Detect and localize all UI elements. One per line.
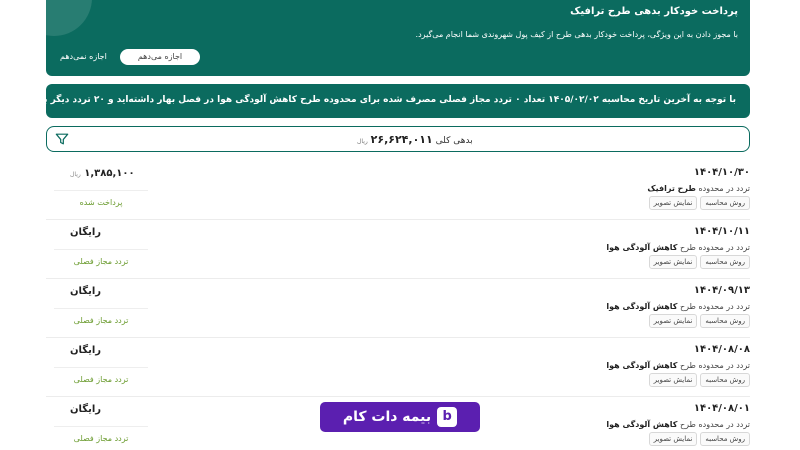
seasonal-notice: با توجه به آخرین تاریخ محاسبه ۱۴۰۵/۰۲/۰۲… [0,84,750,118]
record-actions: روش محاسبه نمایش تصویر [648,255,750,269]
record-date: ۱۴۰۴/۰۸/۰۸ [693,344,750,355]
calculation-method-button[interactable]: روش محاسبه [700,432,750,446]
record-status: تردد مجاز فصلی [73,257,129,266]
total-debt-box: بدهی کلی ۲۶,۶۲۴,۰۱۱ ریال [46,126,750,152]
logo-icon: b [437,407,458,427]
calculation-method-button[interactable]: روش محاسبه [700,373,750,387]
record-amount-value: رایگان [70,227,102,238]
record-subtitle-prefix: تردد در محدوده طرح [679,302,750,311]
record-status: تردد مجاز فصلی [73,375,129,384]
record-subtitle: تردد در محدوده طرح کاهش آلودگی هوا [606,361,750,370]
calculation-method-button[interactable]: روش محاسبه [700,196,750,210]
record-row: ۱۴۰۴/۱۰/۳۰ تردد در محدوده طرح ترافیک روش م… [46,162,750,220]
record-row: ۱۴۰۴/۰۹/۱۳ تردد در محدوده طرح کاهش آلودگی… [46,280,750,338]
record-amount-value: رایگان [70,404,102,415]
total-debt-unit: ریال [357,138,368,145]
record-amount-unit: ریال [70,171,81,178]
record-amount: رایگان [70,345,101,356]
record-amount: رایگان [70,286,101,297]
record-subtitle: تردد در محدوده طرح ترافیک [647,184,750,193]
record-status: تردد مجاز فصلی [73,434,129,443]
calculation-method-button[interactable]: روش محاسبه [700,314,750,328]
decorative-circle [46,0,92,36]
deny-button[interactable]: اجازه نمی‌دهم [60,49,107,65]
record-subtitle: تردد در محدوده طرح کاهش آلودگی هوا [606,420,750,429]
record-payment: رایگان تردد مجاز فصلی [46,398,156,450]
record-payment: ۱,۳۸۵,۱۰۰ ریال پرداخت شده [46,162,156,220]
total-debt-amount: ۲۶,۶۲۴,۰۱۱ [370,133,433,146]
show-image-button[interactable]: نمایش تصویر [648,432,698,446]
autopay-card: پرداخت خودکار بدهی طرح ترافیک با مجوز دا… [46,0,750,76]
calculation-method-button[interactable]: روش محاسبه [700,255,750,269]
autopay-title: پرداخت خودکار بدهی طرح ترافیک [570,6,738,17]
record-plan-name: طرح ترافیک [647,184,696,193]
record-row: ۱۴۰۴/۰۸/۰۸ تردد در محدوده طرح کاهش آلودگی… [46,339,750,397]
record-plan-name: کاهش آلودگی هوا [606,302,678,311]
record-date: ۱۴۰۴/۰۹/۱۳ [693,285,750,296]
total-debt-label: بدهی کلی [435,136,473,146]
record-amount-value: رایگان [70,345,102,356]
record-subtitle-prefix: تردد در محدوده طرح [679,420,750,429]
record-payment: رایگان تردد مجاز فصلی [46,280,156,338]
record-amount: ۱,۳۸۵,۱۰۰ ریال [70,168,135,179]
record-amount-value: ۱,۳۸۵,۱۰۰ [84,168,135,179]
record-plan-name: کاهش آلودگی هوا [606,361,678,370]
show-image-button[interactable]: نمایش تصویر [648,373,698,387]
allow-button[interactable]: اجازه می‌دهم [120,49,200,65]
record-actions: روش محاسبه نمایش تصویر [648,373,750,387]
autopay-description: با مجوز دادن به این ویژگی، پرداخت خودکار… [415,30,738,39]
record-amount-value: رایگان [70,286,102,297]
filter-icon[interactable] [55,132,69,146]
record-amount: رایگان [70,404,101,415]
watermark-text: بیمه دات کام [342,409,432,425]
record-plan-name: کاهش آلودگی هوا [606,420,678,429]
record-status: تردد مجاز فصلی [73,316,129,325]
show-image-button[interactable]: نمایش تصویر [648,255,698,269]
record-date: ۱۴۰۴/۰۸/۰۱ [693,403,750,414]
record-subtitle-prefix: تردد در محدوده طرح [679,243,750,252]
record-date: ۱۴۰۴/۱۰/۳۰ [693,167,750,178]
record-row: ۱۴۰۴/۱۰/۱۱ تردد در محدوده طرح کاهش آلودگی… [46,221,750,279]
record-subtitle: تردد در محدوده طرح کاهش آلودگی هوا [606,243,750,252]
record-status: پرداخت شده [79,198,123,207]
record-actions: روش محاسبه نمایش تصویر [648,196,750,210]
record-actions: روش محاسبه نمایش تصویر [648,314,750,328]
record-date: ۱۴۰۴/۱۰/۱۱ [693,226,750,237]
show-image-button[interactable]: نمایش تصویر [648,314,698,328]
record-actions: روش محاسبه نمایش تصویر [648,432,750,446]
total-debt: بدهی کلی ۲۶,۶۲۴,۰۱۱ ریال [357,133,473,146]
record-payment: رایگان تردد مجاز فصلی [46,221,156,279]
record-subtitle-prefix: تردد در محدوده [698,184,750,193]
record-subtitle: تردد در محدوده طرح کاهش آلودگی هوا [606,302,750,311]
record-payment: رایگان تردد مجاز فصلی [46,339,156,397]
watermark-logo: b بیمه دات کام [320,402,480,432]
show-image-button[interactable]: نمایش تصویر [648,196,698,210]
record-subtitle-prefix: تردد در محدوده طرح [679,361,750,370]
record-plan-name: کاهش آلودگی هوا [606,243,678,252]
record-amount: رایگان [70,227,101,238]
